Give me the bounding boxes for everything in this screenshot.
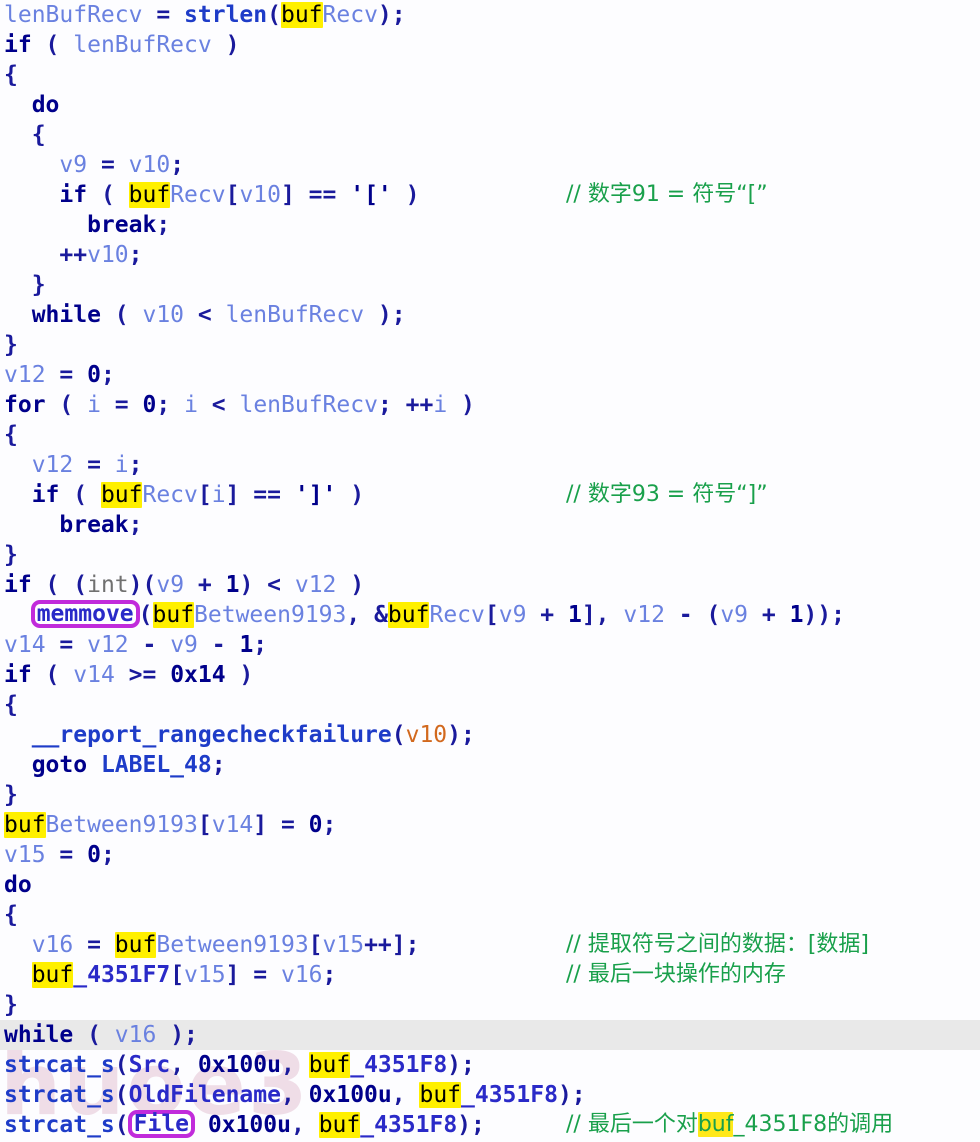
code-line[interactable]: if ( (int)(v9 + 1) < v12 ): [0, 570, 980, 600]
code-line[interactable]: v16 = bufBetween9193[v15++];// 提取符号之间的数据…: [0, 930, 980, 960]
inline-comment: // 最后一个对buf_4351F8的调用: [566, 1110, 893, 1140]
code-line[interactable]: v9 = v10;: [0, 150, 980, 180]
code-line[interactable]: {: [0, 420, 980, 450]
code-line[interactable]: }: [0, 780, 980, 810]
code-line[interactable]: v15 = 0;: [0, 840, 980, 870]
boxed-identifier-memmove[interactable]: memmove: [30, 600, 140, 628]
inline-comment: // 最后一块操作的内存: [566, 962, 786, 987]
code-line[interactable]: strcat_s(OldFilename, 0x100u, buf_4351F8…: [0, 1080, 980, 1110]
code-listing[interactable]: lenBufRecv = strlen(bufRecv); if ( lenBu…: [0, 0, 980, 1140]
search-highlight: buf: [308, 1052, 351, 1078]
search-highlight: buf: [280, 2, 323, 28]
code-line[interactable]: }: [0, 330, 980, 360]
code-line[interactable]: }: [0, 540, 980, 570]
code-line[interactable]: {: [0, 60, 980, 90]
code-line[interactable]: if ( lenBufRecv ): [0, 30, 980, 60]
code-line[interactable]: if ( bufRecv[i] == ']' )// 数字93 = 符号“]”: [0, 480, 980, 510]
code-line[interactable]: if ( v14 >= 0x14 ): [0, 660, 980, 690]
comment-part-pre: // 最后一个对: [566, 1112, 698, 1137]
inline-comment: // 提取符号之间的数据：[数据]: [566, 932, 869, 957]
boxed-identifier-file[interactable]: File: [127, 1110, 196, 1138]
search-highlight: buf: [114, 932, 157, 958]
inline-comment: // 数字91 = 符号“[”: [566, 182, 768, 207]
code-line[interactable]: v12 = 0;: [0, 360, 980, 390]
code-line[interactable]: }: [0, 270, 980, 300]
code-line[interactable]: v14 = v12 - v9 - 1;: [0, 630, 980, 660]
search-highlight: buf: [697, 1112, 734, 1137]
inline-comment: // 数字93 = 符号“]”: [566, 482, 768, 507]
search-highlight: buf: [4, 812, 46, 838]
decompiler-pseudocode-window: huoe3 lenBufRecv = strlen(bufRecv); if (…: [0, 0, 980, 1142]
goto-label[interactable]: LABEL_48: [101, 752, 212, 778]
code-line[interactable]: {: [0, 900, 980, 930]
search-highlight: buf: [318, 1112, 361, 1138]
code-line[interactable]: break;: [0, 510, 980, 540]
function-call-report-rangecheckfailure[interactable]: __report_rangecheckfailure: [32, 722, 392, 748]
search-highlight: buf: [31, 962, 74, 988]
code-line[interactable]: for ( i = 0; i < lenBufRecv; ++i ): [0, 390, 980, 420]
code-line[interactable]: __report_rangecheckfailure(v10);: [0, 720, 980, 750]
code-line[interactable]: break;: [0, 210, 980, 240]
code-line[interactable]: strcat_s(File 0x100u, buf_4351F8);// 最后一…: [0, 1110, 980, 1140]
code-line[interactable]: buf_4351F7[v15] = v16;// 最后一块操作的内存: [0, 960, 980, 990]
code-line[interactable]: memmove (bufBetween9193, &bufRecv[v9 + 1]…: [0, 600, 980, 630]
code-line[interactable]: do: [0, 870, 980, 900]
code-line[interactable]: lenBufRecv = strlen(bufRecv);: [0, 0, 980, 30]
code-line-current[interactable]: while ( v16 );: [0, 1020, 980, 1050]
search-highlight: buf: [128, 182, 171, 208]
search-highlight: buf: [100, 482, 143, 508]
code-line[interactable]: goto LABEL_48;: [0, 750, 980, 780]
comment-part-post: _4351F8的调用: [733, 1112, 894, 1137]
search-highlight: buf: [419, 1082, 462, 1108]
code-line[interactable]: if ( bufRecv[v10] == '[' )// 数字91 = 符号“[…: [0, 180, 980, 210]
code-line[interactable]: strcat_s(Src, 0x100u, buf_4351F8);: [0, 1050, 980, 1080]
search-highlight: buf: [152, 602, 195, 628]
code-line[interactable]: {: [0, 690, 980, 720]
search-highlight: buf: [387, 602, 430, 628]
code-line[interactable]: v12 = i;: [0, 450, 980, 480]
code-line[interactable]: }: [0, 990, 980, 1020]
code-line[interactable]: while ( v10 < lenBufRecv );: [0, 300, 980, 330]
code-line[interactable]: {: [0, 120, 980, 150]
code-line[interactable]: ++v10;: [0, 240, 980, 270]
code-line[interactable]: bufBetween9193[v14] = 0;: [0, 810, 980, 840]
code-line[interactable]: do: [0, 90, 980, 120]
